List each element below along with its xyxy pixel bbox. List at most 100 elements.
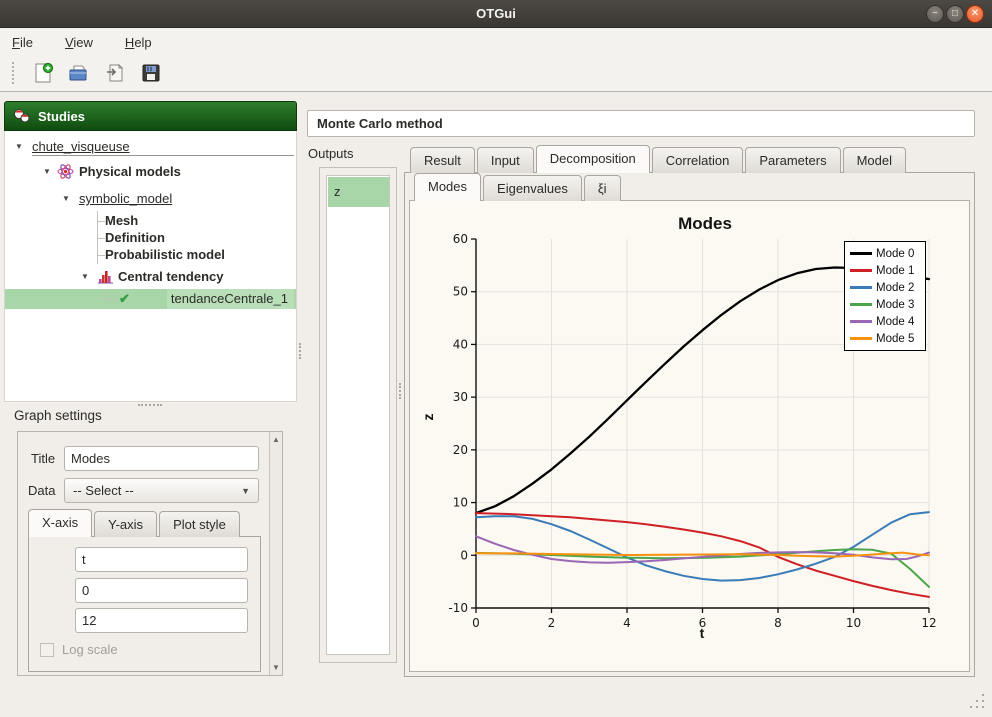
minimize-button[interactable]: − (926, 5, 944, 23)
menu-view[interactable]: View (61, 33, 97, 52)
tree-item-label: chute_visqueuse (32, 137, 130, 156)
svg-text:30: 30 (453, 390, 468, 404)
chart-x-axis-label: t (652, 625, 752, 641)
scroll-down-icon[interactable]: ▼ (270, 663, 282, 672)
expand-arrow-icon[interactable]: ▼ (81, 267, 91, 286)
panel-splitter-handle[interactable] (299, 343, 301, 359)
window-resize-grip[interactable] (966, 694, 988, 712)
open-study-button[interactable] (66, 60, 92, 86)
graph-title-input[interactable] (64, 446, 259, 471)
x-axis-max-input[interactable] (75, 608, 248, 633)
save-button[interactable] (138, 60, 164, 86)
output-item-z[interactable]: z (328, 177, 389, 207)
legend-label: Mode 3 (876, 299, 914, 311)
maximize-button[interactable]: □ (946, 5, 964, 23)
tab-correlation[interactable]: Correlation (652, 147, 744, 173)
legend-entry-mode-0: Mode 0 (850, 245, 920, 262)
chart-y-axis-label: z (420, 402, 436, 432)
tab-model[interactable]: Model (843, 147, 906, 173)
tab-parameters[interactable]: Parameters (745, 147, 840, 173)
legend-label: Mode 1 (876, 265, 914, 277)
svg-text:2: 2 (548, 616, 556, 630)
svg-text:10: 10 (453, 496, 468, 510)
tree-item-label: Central tendency (118, 267, 223, 286)
atom-icon (57, 163, 74, 180)
svg-text:-10: -10 (448, 601, 468, 615)
import-python-script-icon (104, 62, 126, 84)
tab-plot-style[interactable]: Plot style (159, 511, 240, 537)
svg-text:60: 60 (453, 232, 468, 246)
close-button[interactable]: ✕ (966, 5, 984, 23)
svg-text:50: 50 (453, 285, 468, 299)
svg-text:0: 0 (472, 616, 480, 630)
legend-swatch (850, 303, 872, 306)
legend-entry-mode-2: Mode 2 (850, 279, 920, 296)
expand-arrow-icon[interactable]: ▼ (62, 189, 72, 208)
analysis-title: Monte Carlo method (317, 116, 443, 131)
menu-help[interactable]: Help (121, 33, 156, 52)
legend-label: Mode 0 (876, 248, 914, 260)
subtab-ξi[interactable]: ξi (584, 175, 621, 201)
outputs-splitter-handle[interactable] (399, 383, 401, 399)
tree-item-label: Physical models (79, 162, 181, 181)
graph-title-label: Title (31, 451, 55, 466)
window-title: OTGui (0, 0, 992, 28)
axis-tab-bar: X-axisY-axisPlot style (28, 509, 242, 537)
tab-result[interactable]: Result (410, 147, 475, 173)
expand-arrow-icon[interactable]: ▼ (43, 162, 53, 181)
tree-branch (105, 289, 117, 300)
chart-legend: Mode 0 Mode 1 Mode 2 Mode 3 Mode 4Mode 5 (844, 241, 926, 351)
log-scale-checkbox[interactable] (40, 643, 54, 657)
tree-item-symbolic-model[interactable]: ▼ symbolic_model (5, 189, 296, 208)
legend-entry-mode-5: Mode 5 (850, 330, 920, 347)
svg-text:0: 0 (460, 548, 468, 562)
studies-tree: ▼ chute_visqueuse ▼ Physical models ▼ symboli… (4, 131, 297, 402)
analysis-tab-bar: ResultInputDecompositionCorrelationParam… (410, 145, 908, 173)
save-icon (140, 62, 162, 84)
import-python-script-button[interactable] (102, 60, 128, 86)
tab-input[interactable]: Input (477, 147, 534, 173)
subtab-eigenvalues[interactable]: Eigenvalues (483, 175, 582, 201)
tree-item-central-tendency[interactable]: ▼ Central tendency (5, 267, 296, 286)
legend-swatch (850, 252, 872, 255)
tab-decomposition[interactable]: Decomposition (536, 145, 650, 173)
tree-item-chute-visqueuse[interactable]: ▼ chute_visqueuse (5, 137, 296, 156)
tree-item-tendancecentrale-1[interactable]: ✔tendanceCentrale_1 (5, 289, 296, 309)
legend-entry-mode-4: Mode 4 (850, 313, 920, 330)
graph-data-label: Data (28, 483, 55, 498)
toolbar (0, 55, 992, 92)
legend-swatch (850, 337, 872, 340)
menu-file[interactable]: File (8, 33, 37, 52)
svg-text:12: 12 (921, 616, 936, 630)
legend-swatch (850, 269, 872, 272)
toolbar-drag-handle[interactable] (12, 62, 16, 84)
graph-settings-scrollbar[interactable]: ▲ ▼ (269, 432, 282, 675)
graph-settings-label: Graph settings (14, 408, 102, 423)
svg-text:4: 4 (623, 616, 631, 630)
tree-item-probabilistic-model[interactable]: Probabilistic model (5, 245, 296, 264)
chart-title: Modes (540, 214, 870, 234)
legend-entry-mode-3: Mode 3 (850, 296, 920, 313)
graph-data-select[interactable]: -- Select -- ▼ (64, 478, 259, 503)
analysis-header: Monte Carlo method (307, 110, 975, 137)
chevron-down-icon: ▼ (241, 486, 250, 496)
x-axis-min-input[interactable] (75, 578, 248, 603)
tree-item-label: symbolic_model (79, 189, 172, 208)
studies-panel-header: Studies (4, 101, 297, 131)
studies-panel-title: Studies (38, 109, 85, 124)
new-study-button[interactable] (30, 60, 56, 86)
tab-y-axis[interactable]: Y-axis (94, 511, 157, 537)
menu-bar: File View Help (0, 29, 992, 55)
svg-text:40: 40 (453, 337, 468, 351)
modes-chart-area: -100102030405060024681012 Modes z t Mode… (409, 200, 970, 672)
outputs-label: Outputs (308, 146, 354, 161)
x-axis-title-input[interactable] (75, 547, 248, 572)
title-bar: OTGui (0, 0, 992, 28)
expand-arrow-icon[interactable]: ▼ (15, 137, 25, 156)
tree-splitter-handle[interactable] (138, 404, 162, 406)
scroll-up-icon[interactable]: ▲ (270, 435, 282, 444)
check-icon: ✔ (119, 289, 136, 306)
tab-x-axis[interactable]: X-axis (28, 509, 92, 537)
tree-item-physical-models[interactable]: ▼ Physical models (5, 162, 296, 181)
subtab-modes[interactable]: Modes (414, 173, 481, 201)
